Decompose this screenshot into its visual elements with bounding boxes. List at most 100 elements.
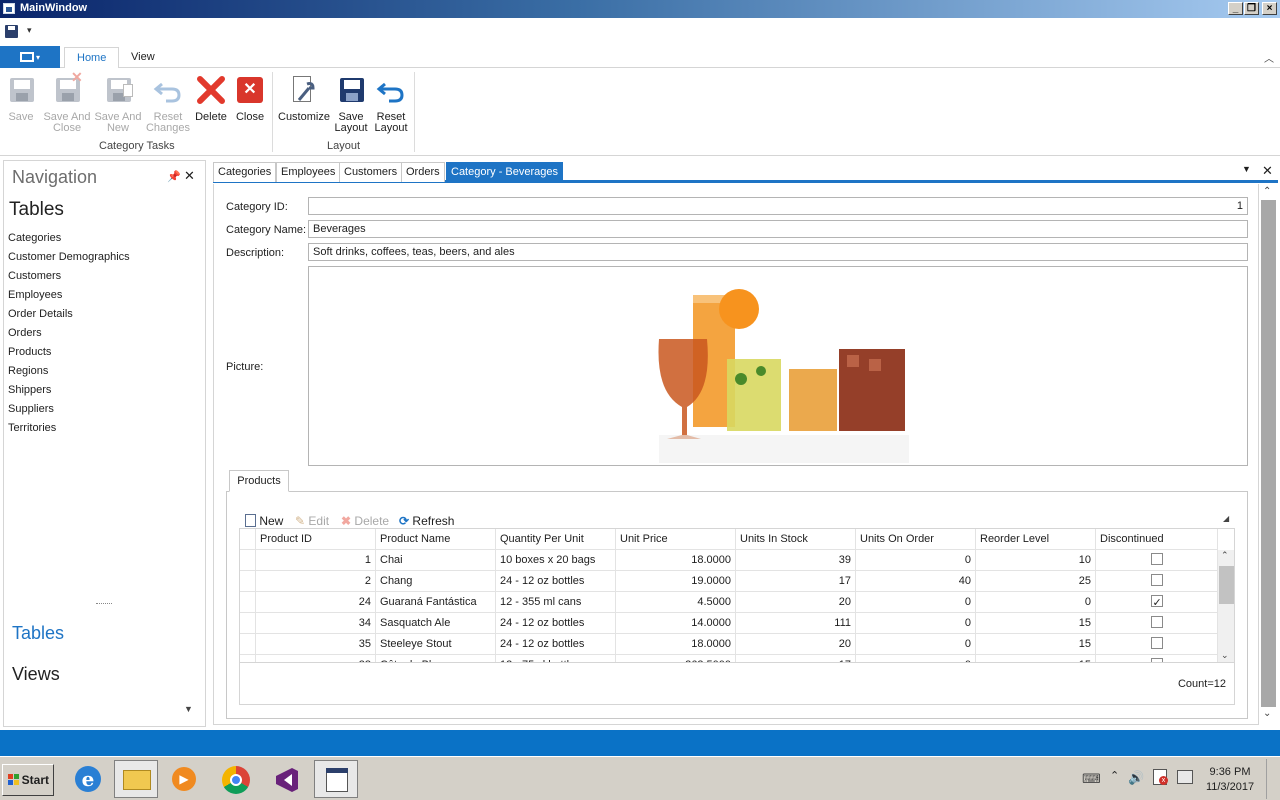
volume-icon[interactable]: 🔊	[1128, 770, 1144, 786]
row-indicator[interactable]	[240, 592, 256, 613]
collapse-ribbon-icon[interactable]: ︿	[1264, 50, 1274, 65]
grid-cell[interactable]	[1096, 613, 1218, 634]
grid-cell[interactable]: 14.0000	[616, 613, 736, 634]
grid-cell[interactable]: 17	[736, 571, 856, 592]
grid-cell[interactable]	[1096, 550, 1218, 571]
grid-cell[interactable]: 35	[256, 634, 376, 655]
grid-cell[interactable]: 0	[856, 634, 976, 655]
visual-studio-icon[interactable]	[264, 760, 308, 798]
discontinued-checkbox[interactable]	[1150, 553, 1163, 565]
column-header[interactable]: Units In Stock	[736, 529, 856, 550]
new-product-button[interactable]: New	[245, 514, 283, 528]
customize-button[interactable]: Customize	[278, 72, 330, 123]
minimize-button[interactable]: _	[1228, 2, 1243, 15]
nav-item-orders[interactable]: Orders	[8, 324, 130, 343]
save-button[interactable]: Save	[0, 72, 46, 123]
close-window-button[interactable]: ×	[1262, 2, 1277, 15]
keyboard-icon[interactable]: ⌨	[1082, 771, 1101, 787]
nav-item-shippers[interactable]: Shippers	[8, 381, 130, 400]
table-row[interactable]: 35 Steeleye Stout 24 - 12 oz bottles 18.000…	[240, 634, 1218, 655]
table-row[interactable]: 34 Sasquatch Ale 24 - 12 oz bottles 14.0000…	[240, 613, 1218, 634]
grid-cell[interactable]: Sasquatch Ale	[376, 613, 496, 634]
grid-cell[interactable]: 10 boxes x 20 bags	[496, 550, 616, 571]
grid-cell[interactable]	[1096, 655, 1218, 662]
nav-item-suppliers[interactable]: Suppliers	[8, 400, 130, 419]
row-indicator[interactable]	[240, 550, 256, 571]
grid-cell[interactable]: 25	[976, 571, 1096, 592]
panel-options-icon[interactable]: ◢	[1223, 514, 1229, 523]
grid-cell[interactable]: 20	[736, 592, 856, 613]
show-desktop-button[interactable]	[1266, 759, 1278, 799]
grid-cell[interactable]: 263.5000	[616, 655, 736, 662]
grid-scrollbar[interactable]: ⌃ ⌄	[1218, 550, 1234, 662]
network-icon[interactable]	[1177, 770, 1193, 784]
reset-layout-button[interactable]: Reset Layout	[366, 72, 416, 134]
save-and-close-button[interactable]: ✕ Save And Close	[42, 70, 92, 134]
form-scroll-up-icon[interactable]: ⌃	[1263, 186, 1271, 197]
scroll-up-icon[interactable]: ⌃	[1221, 550, 1229, 561]
grid-cell[interactable]: 10	[976, 550, 1096, 571]
column-header[interactable]: Units On Order	[856, 529, 976, 550]
grid-cell[interactable]: 24 - 12 oz bottles	[496, 613, 616, 634]
grid-cell[interactable]: 24 - 12 oz bottles	[496, 634, 616, 655]
row-indicator[interactable]	[240, 613, 256, 634]
tab-list-dropdown-icon[interactable]: ▼	[1242, 164, 1251, 174]
pin-icon[interactable]: 📌	[167, 170, 181, 183]
tab-home[interactable]: Home	[64, 47, 120, 69]
running-app-mainwindow-icon[interactable]	[314, 760, 358, 798]
form-scrollbar[interactable]: ⌃ ⌄	[1259, 184, 1277, 725]
discontinued-checkbox[interactable]	[1150, 574, 1163, 586]
scroll-down-icon[interactable]: ⌄	[1221, 650, 1229, 661]
grid-cell[interactable]: 0	[856, 550, 976, 571]
doc-tab-customers[interactable]: Customers	[339, 162, 403, 182]
category-id-field[interactable]: 1	[308, 197, 1248, 215]
grid-cell[interactable]: 24 - 12 oz bottles	[496, 571, 616, 592]
grid-cell[interactable]: 34	[256, 613, 376, 634]
doc-tab-category-beverages[interactable]: Category - Beverages	[446, 162, 563, 182]
grid-cell[interactable]: 4.5000	[616, 592, 736, 613]
grid-cell[interactable]: Guaraná Fantástica	[376, 592, 496, 613]
application-menu-button[interactable]: ▾	[0, 46, 60, 68]
grid-cell[interactable]: 111	[736, 613, 856, 634]
grid-cell[interactable]: 17	[736, 655, 856, 662]
discontinued-checkbox[interactable]	[1150, 593, 1163, 612]
row-indicator[interactable]	[240, 571, 256, 592]
picture-box[interactable]	[308, 266, 1248, 466]
media-player-icon[interactable]: ▶	[162, 760, 206, 798]
close-document-icon[interactable]: ✕	[1262, 163, 1273, 179]
close-button[interactable]: ✕ Close	[225, 72, 275, 123]
row-indicator[interactable]	[240, 655, 256, 662]
grid-cell[interactable]: 15	[976, 655, 1096, 662]
table-row[interactable]: 1 Chai 10 boxes x 20 bags 18.0000 39 0 10	[240, 550, 1218, 571]
form-scroll-down-icon[interactable]: ⌄	[1263, 708, 1271, 719]
row-indicator[interactable]	[240, 634, 256, 655]
grid-cell[interactable]: 40	[856, 571, 976, 592]
file-explorer-icon[interactable]	[114, 760, 158, 798]
grid-cell[interactable]: 15	[976, 634, 1096, 655]
grid-cell[interactable]: 12 - 75 cl bottles	[496, 655, 616, 662]
grid-cell[interactable]: 0	[856, 613, 976, 634]
show-hidden-icons-icon[interactable]: ⌃	[1110, 769, 1119, 782]
column-header[interactable]: Unit Price	[616, 529, 736, 550]
save-and-new-button[interactable]: Save And New	[93, 72, 143, 134]
table-row[interactable]: 2 Chang 24 - 12 oz bottles 19.0000 17 40 25	[240, 571, 1218, 592]
column-header[interactable]: Reorder Level	[976, 529, 1096, 550]
grid-cell[interactable]: 19.0000	[616, 571, 736, 592]
edit-product-button[interactable]: ✎ Edit	[295, 514, 329, 528]
nav-item-customer-demographics[interactable]: Customer Demographics	[8, 248, 130, 267]
description-field[interactable]: Soft drinks, coffees, teas, beers, and a…	[308, 243, 1248, 261]
nav-item-order-details[interactable]: Order Details	[8, 305, 130, 324]
save-quick-icon[interactable]	[5, 25, 18, 38]
nav-item-territories[interactable]: Territories	[8, 419, 130, 438]
nav-group-tables[interactable]: Tables	[12, 623, 64, 644]
nav-item-regions[interactable]: Regions	[8, 362, 130, 381]
nav-overflow-icon[interactable]: ▼	[184, 704, 193, 714]
table-row[interactable]: 24 Guaraná Fantástica 12 - 355 ml cans 4.50…	[240, 592, 1218, 613]
grid-cell[interactable]: 0	[976, 592, 1096, 613]
splitter-grip[interactable]	[96, 603, 112, 604]
start-button[interactable]: Start	[2, 764, 54, 796]
internet-explorer-icon[interactable]: e	[66, 760, 110, 798]
close-pane-icon[interactable]: ✕	[184, 168, 195, 184]
grid-cell[interactable]: 0	[856, 592, 976, 613]
doc-tab-categories[interactable]: Categories	[213, 162, 277, 182]
